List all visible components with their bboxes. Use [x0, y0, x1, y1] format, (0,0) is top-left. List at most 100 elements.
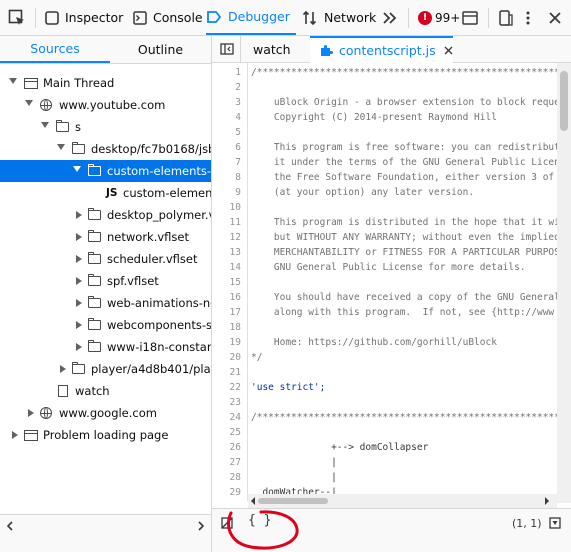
line-number[interactable]: 3 — [212, 95, 241, 110]
blackbox-icon[interactable] — [221, 517, 233, 529]
tree-item-label: desktop_polymer.vflset — [107, 208, 211, 222]
tab-console[interactable]: Console — [133, 0, 203, 35]
toggle-bottom-panel-icon[interactable] — [549, 517, 561, 529]
line-number[interactable]: 18 — [212, 320, 241, 335]
expand-arrow-icon — [57, 144, 65, 150]
tab-network[interactable]: Network — [302, 0, 376, 35]
tab-sources[interactable]: Sources — [0, 36, 110, 63]
tree-item-main-thread[interactable]: Main Thread — [0, 72, 211, 94]
line-number[interactable]: 11 — [212, 215, 241, 230]
close-tab-icon[interactable] — [444, 46, 453, 55]
tree-item-player[interactable]: player/a4d8b401/player_ — [0, 358, 211, 380]
more-tools-button[interactable] — [382, 0, 398, 35]
line-number[interactable]: 5 — [212, 125, 241, 140]
sidebar-toggle-icon — [220, 43, 234, 55]
tab-outline[interactable]: Outline — [110, 36, 211, 63]
line-number[interactable]: 2 — [212, 80, 241, 95]
folder-icon — [72, 142, 85, 154]
editor-horizontal-scrollbar[interactable] — [248, 494, 557, 508]
line-number[interactable]: 7 — [212, 155, 241, 170]
sources-tree: Main Thread www.youtube.com s desktop/fc… — [0, 64, 211, 526]
cursor-position: (1, 1) — [512, 517, 542, 530]
tree-item-watch[interactable]: watch — [0, 380, 211, 402]
pretty-print-button[interactable]: { } — [248, 513, 271, 528]
line-number[interactable]: 15 — [212, 275, 241, 290]
line-number[interactable]: 14 — [212, 260, 241, 275]
line-number[interactable]: 16 — [212, 290, 241, 305]
collapse-arrow-icon — [76, 343, 82, 351]
scroll-thumb[interactable] — [560, 71, 568, 131]
tree-item-desktop-polymer[interactable]: desktop_polymer.vflset — [0, 204, 211, 226]
sources-tab-bar: Sources Outline — [0, 36, 211, 64]
error-count-button[interactable]: ! 99+ — [418, 0, 460, 35]
tree-item-network[interactable]: network.vflset — [0, 226, 211, 248]
line-number[interactable]: 24 — [212, 410, 241, 425]
code-line: 'use strict'; — [251, 382, 326, 393]
tree-item-webcomponents[interactable]: webcomponents-sd. — [0, 314, 211, 336]
line-number[interactable]: 27 — [212, 455, 241, 470]
line-number[interactable]: 10 — [212, 200, 241, 215]
inspector-icon — [45, 10, 59, 25]
tree-item-problem[interactable]: Problem loading page — [0, 424, 211, 446]
line-number[interactable]: 6 — [212, 140, 241, 155]
responsive-design-button[interactable] — [499, 0, 513, 35]
tree-item-label: scheduler.vflset — [107, 252, 198, 266]
line-number[interactable]: 23 — [212, 395, 241, 410]
folder-icon — [88, 296, 101, 308]
tree-item-youtube[interactable]: www.youtube.com — [0, 94, 211, 116]
editor-tab-bar: watch contentscript.js — [212, 36, 571, 63]
tree-item-google[interactable]: www.google.com — [0, 402, 211, 424]
editor-pane: watch contentscript.js 1 2 3 4 5 6 7 8 9 10 11 12 13… — [212, 36, 571, 552]
code-line: Copyright (C) 2014-present Raymond Hill — [251, 112, 497, 123]
options-menu-button[interactable] — [525, 0, 531, 35]
collapse-arrow-icon — [60, 365, 66, 373]
toggle-sidebar-button[interactable] — [218, 36, 236, 62]
element-picker-button[interactable] — [8, 0, 26, 35]
code-line: GNU General Public License for more deta… — [251, 262, 526, 273]
line-number-gutter[interactable]: 1 2 3 4 5 6 7 8 9 10 11 12 13 14 15 16 17 18 19 20 21 22 23 24 2… — [212, 63, 248, 501]
line-number[interactable]: 4 — [212, 110, 241, 125]
sources-scrollbar[interactable] — [0, 514, 211, 552]
tab-debugger[interactable]: Debugger — [206, 0, 296, 35]
code-line: */ — [251, 352, 263, 363]
code-line: You should have received a copy of the G… — [251, 292, 560, 303]
line-number[interactable]: 19 — [212, 335, 241, 350]
line-number[interactable]: 28 — [212, 470, 241, 485]
code-editor[interactable]: 1 2 3 4 5 6 7 8 9 10 11 12 13 14 15 16 17 18 19 20 21 22 23 24 2… — [212, 63, 571, 501]
tree-item-i18n[interactable]: www-i18n-constants — [0, 336, 211, 358]
scroll-thumb[interactable] — [258, 498, 328, 504]
line-number[interactable]: 25 — [212, 425, 241, 440]
tree-item-custom-elements-folder[interactable]: custom-elements-es5 — [0, 160, 211, 182]
tree-item-spf[interactable]: spf.vflset — [0, 270, 211, 292]
tree-item-web-animations[interactable]: web-animations-next — [0, 292, 211, 314]
tab-network-label: Network — [324, 10, 377, 25]
console-icon — [133, 10, 147, 25]
tree-item-desktop[interactable]: desktop/fc7b0168/jsbin — [0, 138, 211, 160]
line-number[interactable]: 17 — [212, 305, 241, 320]
tab-contentscript[interactable]: contentscript.js — [310, 36, 453, 63]
collapse-arrow-icon — [76, 255, 82, 263]
globe-icon — [40, 99, 52, 111]
tab-inspector[interactable]: Inspector — [45, 0, 123, 35]
line-number[interactable]: 20 — [212, 350, 241, 365]
line-number[interactable]: 21 — [212, 365, 241, 380]
line-number[interactable]: 12 — [212, 230, 241, 245]
devtools-toolbar: Inspector Console Debugger Network ! 99+ — [0, 0, 571, 36]
tree-item-custom-elements-file[interactable]: JS custom-elements- — [0, 182, 211, 204]
line-number[interactable]: 26 — [212, 440, 241, 455]
line-number[interactable]: 29 — [212, 485, 241, 500]
network-icon — [302, 10, 317, 25]
tree-item-s[interactable]: s — [0, 116, 211, 138]
line-number[interactable]: 8 — [212, 170, 241, 185]
line-number[interactable]: 9 — [212, 185, 241, 200]
close-devtools-button[interactable] — [548, 0, 562, 35]
folder-icon — [88, 164, 101, 176]
editor-vertical-scrollbar[interactable] — [557, 63, 571, 503]
line-number[interactable]: 22 — [212, 380, 241, 395]
split-console-icon — [462, 10, 478, 25]
line-number[interactable]: 13 — [212, 245, 241, 260]
tree-item-label: Main Thread — [43, 76, 115, 90]
split-console-button[interactable] — [462, 0, 478, 35]
line-number[interactable]: 1 — [212, 65, 241, 80]
tree-item-scheduler[interactable]: scheduler.vflset — [0, 248, 211, 270]
